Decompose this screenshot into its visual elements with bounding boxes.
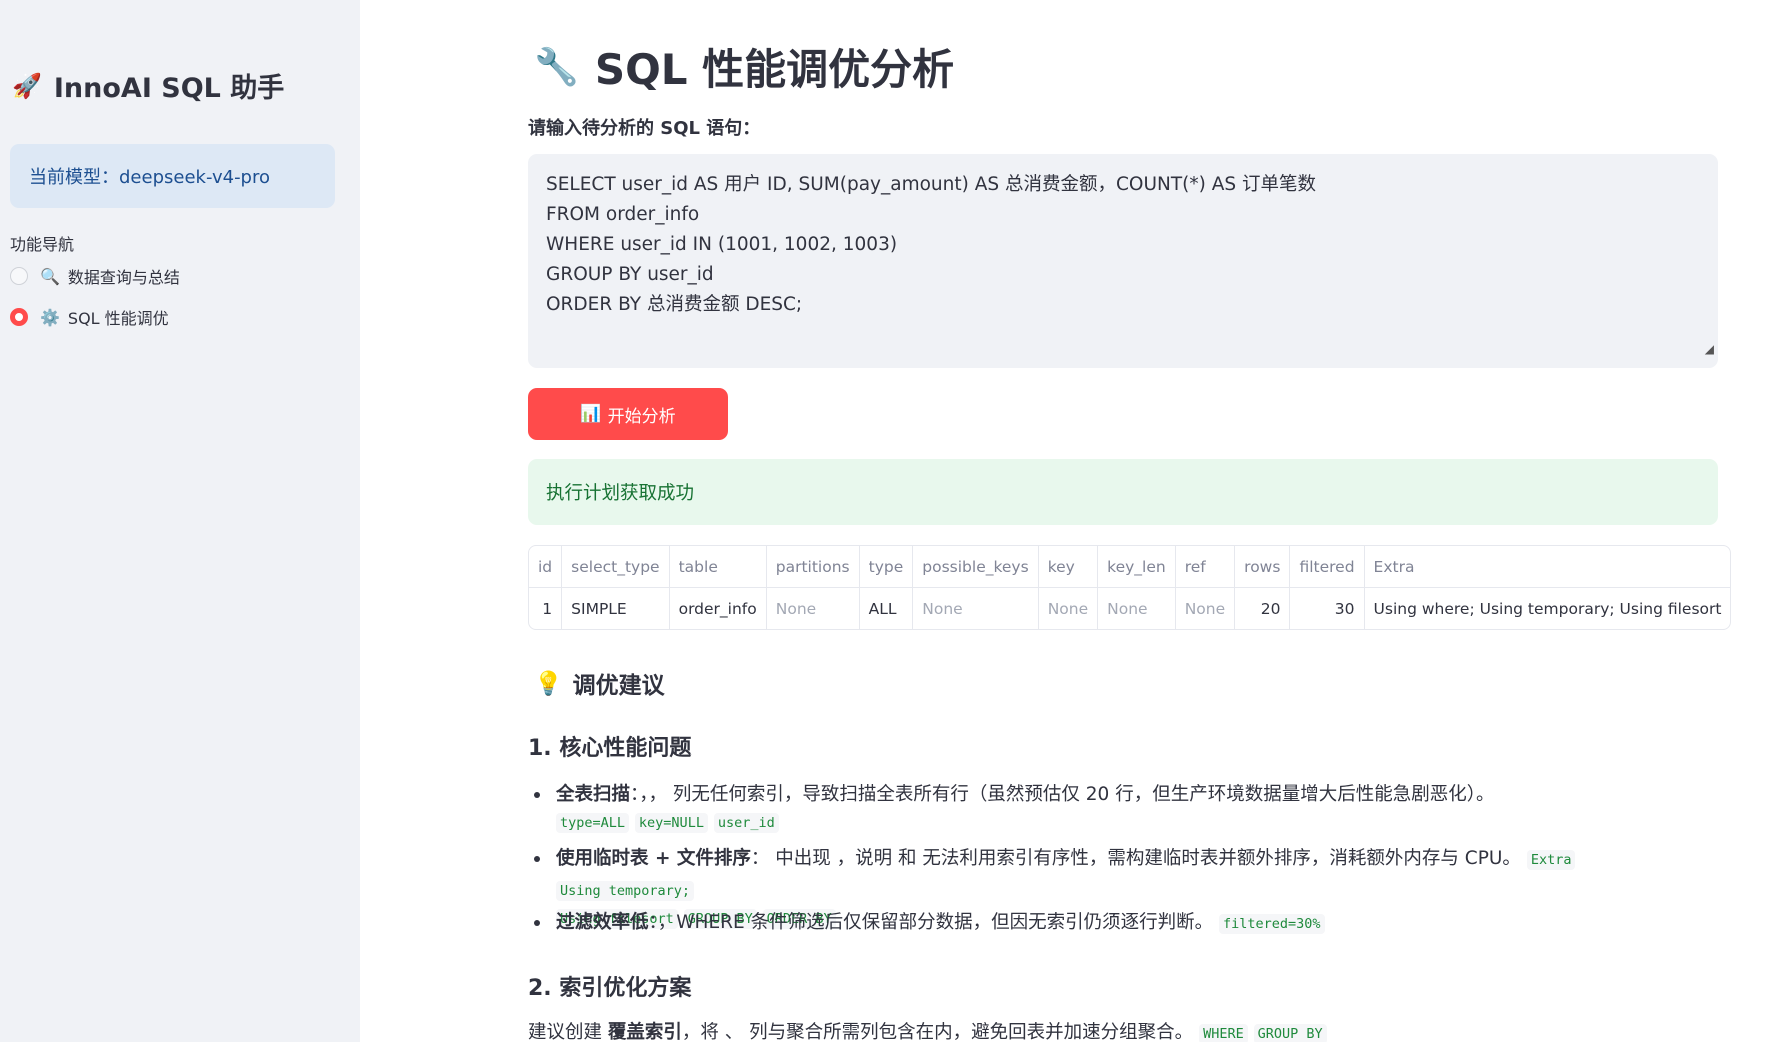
execution-plan-table: id select_type table partitions type pos… bbox=[528, 545, 1732, 630]
inline-code-line: type=ALL key=NULL user_id bbox=[556, 810, 1718, 835]
bullet-bold: 使用临时表 + 文件排序 bbox=[556, 848, 751, 869]
nav-item-label: 数据查询与总结 bbox=[67, 268, 180, 287]
inline-code: WHERE bbox=[1199, 1024, 1248, 1042]
app-title-text: InnoAI SQL 助手 bbox=[53, 73, 285, 104]
column-header[interactable]: key_len bbox=[1098, 546, 1176, 588]
lightbulb-icon: 💡 bbox=[534, 670, 563, 697]
table-cell[interactable]: SIMPLE bbox=[562, 588, 670, 629]
radio-button[interactable] bbox=[10, 267, 28, 285]
model-info-box: 当前模型：deepseek-v4-pro bbox=[10, 144, 335, 208]
table-cell[interactable]: order_info bbox=[670, 588, 767, 629]
sql-line: ORDER BY 总消费金额 DESC; bbox=[546, 294, 803, 315]
column-header[interactable]: Extra bbox=[1364, 546, 1731, 588]
bullet-text: ：，WHERE 条件筛选后仅保留部分数据，但因无索引仍须逐行判断。 bbox=[648, 912, 1214, 933]
inline-code: Using temporary; bbox=[556, 881, 695, 901]
inline-code: key=NULL bbox=[634, 813, 708, 833]
table-cell[interactable]: 20 bbox=[1235, 588, 1291, 629]
column-header[interactable]: table bbox=[669, 546, 767, 588]
inline-code: Extra bbox=[1526, 850, 1576, 870]
column-header[interactable]: partitions bbox=[766, 546, 860, 588]
column-header[interactable]: rows bbox=[1235, 546, 1291, 588]
sql-textarea[interactable]: SELECT user_id AS 用户 ID, SUM(pay_amount)… bbox=[528, 154, 1718, 368]
bullet-text: ： 中出现 ，说明 和 无法利用索引有序性，需构建临时表并额外排序，消耗额外内存… bbox=[750, 848, 1521, 869]
resize-handle-icon[interactable]: ◢ bbox=[1705, 334, 1714, 364]
list-item: 过滤效率低：，WHERE 条件筛选后仅保留部分数据，但因无索引仍须逐行判断。 f… bbox=[528, 908, 1718, 942]
paragraph-bold: 覆盖索引 bbox=[607, 1022, 682, 1042]
rocket-icon: 🚀 bbox=[12, 71, 42, 100]
index-plan-paragraph: 建议创建 覆盖索引，将 、 列与聚合所需列包含在内，避免回表并加速分组聚合。 W… bbox=[528, 1018, 1327, 1042]
inline-code: type=ALL bbox=[556, 813, 630, 833]
table-cell[interactable]: None bbox=[767, 588, 860, 629]
magnifier-icon: 🔍 bbox=[40, 266, 60, 286]
section-title-core-issues: 1. 核心性能问题 bbox=[528, 736, 692, 761]
column-header[interactable]: id bbox=[529, 546, 563, 588]
inline-code: GROUP BY bbox=[1253, 1024, 1327, 1042]
bullet-text: ：，， 列无任何索引，导致扫描全表所有行（虽然预估仅 20 行，但生产环境数据量… bbox=[630, 784, 1495, 805]
table-cell[interactable]: None bbox=[1039, 588, 1099, 629]
table-cell[interactable]: Using where; Using temporary; Using file… bbox=[1365, 588, 1731, 629]
app-title: 🚀 InnoAI SQL 助手 bbox=[12, 66, 284, 105]
list-item: 使用临时表 + 文件排序： 中出现 ，说明 和 无法利用索引有序性，需构建临时表… bbox=[528, 844, 1718, 929]
table-row: 1 SIMPLE order_info None ALL None None N… bbox=[529, 588, 1730, 629]
wrench-icon: 🔧 bbox=[534, 46, 579, 88]
nav-item-sql-tuning[interactable]: ⚙️ SQL 性能调优 bbox=[10, 305, 169, 329]
sql-line: GROUP BY user_id bbox=[546, 264, 714, 285]
column-header[interactable]: key bbox=[1038, 546, 1099, 588]
table-cell[interactable]: None bbox=[1098, 588, 1176, 629]
sidebar: 🚀 InnoAI SQL 助手 当前模型：deepseek-v4-pro 功能导… bbox=[0, 0, 360, 1042]
nav-label: 功能导航 bbox=[10, 235, 75, 254]
paragraph-text: ，将 、 列与聚合所需列包含在内，避免回表并加速分组聚合。 bbox=[681, 1022, 1194, 1042]
section-title-index-plan: 2. 索引优化方案 bbox=[528, 976, 692, 1001]
sql-line: SELECT user_id AS 用户 ID, SUM(pay_amount)… bbox=[546, 174, 1317, 195]
tuning-heading-text: 调优建议 bbox=[572, 673, 665, 699]
sql-line: FROM order_info bbox=[546, 204, 700, 225]
list-item: 全表扫描：，， 列无任何索引，导致扫描全表所有行（虽然预估仅 20 行，但生产环… bbox=[528, 780, 1718, 844]
table-cell[interactable]: 30 bbox=[1290, 588, 1365, 629]
sql-input-label: 请输入待分析的 SQL 语句： bbox=[528, 118, 761, 139]
column-header[interactable]: select_type bbox=[562, 546, 670, 588]
bullet-bold: 全表扫描 bbox=[556, 784, 631, 805]
inline-code: user_id bbox=[713, 813, 779, 833]
radio-button-selected[interactable] bbox=[10, 308, 28, 326]
column-header[interactable]: filtered bbox=[1290, 546, 1365, 588]
nav-item-label: SQL 性能调优 bbox=[67, 309, 169, 328]
table-header-row: id select_type table partitions type pos… bbox=[529, 546, 1731, 588]
table-cell[interactable]: None bbox=[913, 588, 1039, 629]
table-cell[interactable]: ALL bbox=[860, 588, 914, 629]
chart-icon: 📊 bbox=[580, 404, 602, 424]
paragraph-text: 建议创建 bbox=[528, 1022, 608, 1042]
bullet-bold: 过滤效率低 bbox=[556, 912, 649, 933]
gear-icon: ⚙️ bbox=[40, 307, 60, 327]
page-title: 🔧 SQL 性能调优分析 bbox=[534, 36, 954, 97]
success-alert: 执行计划获取成功 bbox=[528, 459, 1718, 525]
inline-code: filtered=30% bbox=[1218, 914, 1325, 934]
tuning-heading: 💡 调优建议 bbox=[534, 666, 665, 700]
page-title-text: SQL 性能调优分析 bbox=[594, 45, 955, 94]
column-header[interactable]: ref bbox=[1175, 546, 1236, 588]
start-analysis-button[interactable]: 📊 开始分析 bbox=[528, 388, 728, 440]
column-header[interactable]: type bbox=[859, 546, 914, 588]
table-cell[interactable]: None bbox=[1176, 588, 1236, 629]
start-analysis-label: 开始分析 bbox=[607, 406, 676, 427]
column-header[interactable]: possible_keys bbox=[913, 546, 1039, 588]
sql-line: WHERE user_id IN (1001, 1002, 1003) bbox=[546, 234, 898, 255]
nav-item-data-query[interactable]: 🔍 数据查询与总结 bbox=[10, 264, 180, 288]
issue-list: 全表扫描：，， 列无任何索引，导致扫描全表所有行（虽然预估仅 20 行，但生产环… bbox=[528, 780, 1718, 942]
table-cell[interactable]: 1 bbox=[529, 588, 563, 629]
